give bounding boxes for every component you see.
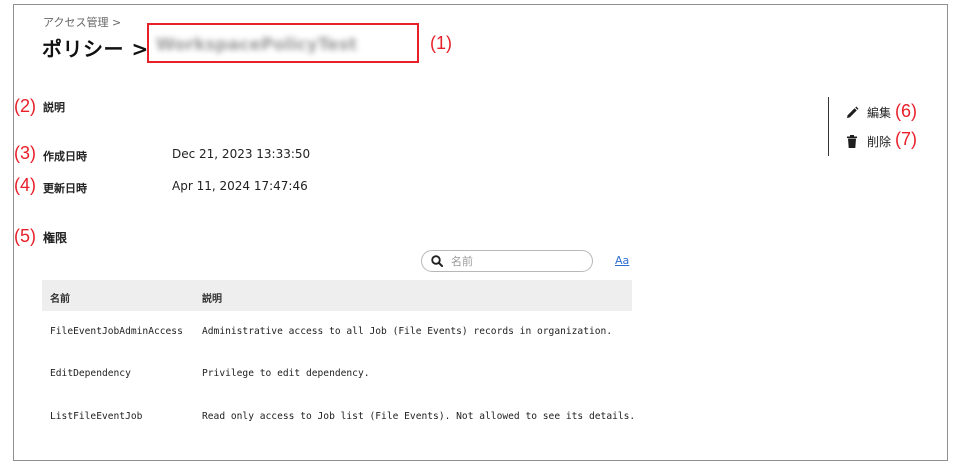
delete-label: 削除 [867,135,892,149]
callout-1: (1) [430,33,452,53]
cell-name: FileEventJobAdminAccess [50,326,183,337]
callout-6: (6) [895,101,917,121]
created-label: 作成日時 [43,150,87,163]
table-row[interactable]: FileEventJobAdminAccess Administrative a… [42,311,632,352]
table-row[interactable]: EditDependency Privilege to edit depende… [42,352,632,393]
breadcrumb[interactable]: アクセス管理 > [43,14,121,30]
page-title: ポリシー > [42,37,149,61]
annotation-highlight-box [147,23,419,63]
edit-label: 編集 [867,106,892,120]
callout-2: (2) [14,96,36,116]
search-icon [431,255,443,267]
delete-button[interactable]: 削除 [845,133,891,150]
updated-value: Apr 11, 2024 17:47:46 [172,179,308,193]
trash-icon [845,135,859,149]
column-header-description[interactable]: 説明 [202,290,222,305]
search-input[interactable] [449,253,583,269]
callout-7: (7) [895,129,917,149]
match-case-toggle[interactable]: Aa [615,254,629,267]
description-label: 説明 [43,101,65,114]
column-header-name[interactable]: 名前 [50,290,70,305]
callout-3: (3) [14,143,36,163]
updated-label: 更新日時 [43,182,87,195]
cell-description: Privilege to edit dependency. [202,368,370,379]
cell-name: ListFileEventJob [50,411,143,422]
callout-5: (5) [14,226,36,246]
table-row[interactable]: ListFileEventJob Read only access to Job… [42,393,636,434]
table-header: 名前 説明 [42,280,632,311]
permissions-table: 名前 説明 FileEventJobAdminAccess Administra… [42,280,636,434]
actions-divider [828,97,829,156]
permissions-title: 権限 [43,231,68,245]
cell-description: Administrative access to all Job (File E… [202,326,613,337]
edit-button[interactable]: 編集 [845,104,891,121]
cell-description: Read only access to Job list (File Event… [202,411,636,422]
search-field[interactable] [421,250,593,272]
created-value: Dec 21, 2023 13:33:50 [172,147,311,161]
pencil-icon [845,106,859,120]
callout-4: (4) [14,175,36,195]
cell-name: EditDependency [50,368,131,379]
